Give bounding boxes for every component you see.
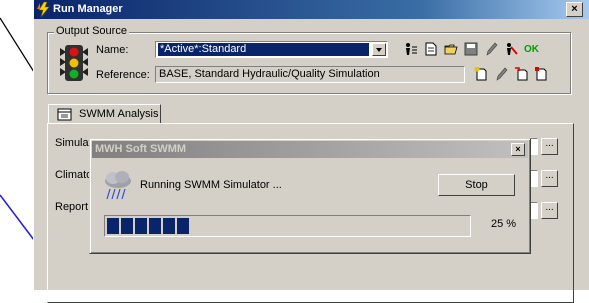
progress-dialog: MWH Soft SWMM × Running SWMM Simulator .…	[89, 138, 531, 254]
progress-block	[163, 218, 175, 234]
dialog-title-bar[interactable]: MWH Soft SWMM ×	[92, 141, 528, 158]
stop-button[interactable]: Stop	[438, 174, 515, 196]
traffic-light-icon	[60, 45, 88, 81]
progress-block	[121, 218, 133, 234]
tab-label: SWMM Analysis	[79, 108, 159, 120]
progress-percent: 25 %	[491, 218, 517, 230]
progress-block	[177, 218, 189, 234]
save-icon[interactable]	[464, 42, 478, 56]
reference-label: Reference:	[96, 69, 150, 81]
report-label: Report	[55, 201, 89, 213]
window-title: Run Manager	[53, 3, 123, 15]
climatology-browse-button[interactable]: ...	[541, 170, 558, 187]
paste-reference-icon[interactable]	[534, 67, 548, 81]
progress-block	[135, 218, 147, 234]
edit-pencil-icon[interactable]	[484, 42, 498, 56]
swmm-tab-icon	[57, 108, 72, 121]
dialog-title: MWH Soft SWMM	[95, 143, 187, 155]
copy-reference-icon[interactable]	[514, 67, 528, 81]
edit-reference-icon[interactable]	[494, 67, 508, 81]
chevron-down-icon[interactable]	[372, 43, 386, 56]
climatology-label: Climato	[55, 169, 93, 181]
simulation-label: Simulat	[55, 137, 92, 149]
progress-message: Running SWMM Simulator ...	[140, 179, 282, 191]
report-browse-button[interactable]: ...	[541, 202, 558, 219]
storm-cloud-icon	[105, 171, 131, 200]
title-bar[interactable]: Run Manager ×	[34, 0, 589, 19]
simulation-browse-button[interactable]: ...	[541, 138, 558, 155]
progress-block	[149, 218, 161, 234]
tab-swmm-analysis[interactable]: SWMM Analysis	[48, 104, 161, 124]
diagram-black-line	[0, 17, 35, 73]
reference-field[interactable]: BASE, Standard Hydraulic/Quality Simulat…	[155, 66, 465, 83]
delete-user-icon[interactable]	[504, 42, 518, 56]
ok-button[interactable]: OK	[524, 44, 539, 55]
dialog-close-button[interactable]: ×	[511, 143, 525, 156]
progress-bar	[104, 215, 471, 237]
close-button[interactable]: ×	[566, 2, 583, 17]
name-combo-value: *Active*:Standard	[158, 43, 369, 56]
progress-fill	[107, 218, 189, 234]
progress-block	[107, 218, 119, 234]
output-source-legend: Output Source	[54, 25, 129, 37]
new-reference-icon[interactable]	[474, 67, 488, 81]
app-lightning-icon	[37, 2, 50, 17]
new-file-icon[interactable]	[424, 42, 438, 56]
assign-scenario-icon[interactable]	[404, 42, 418, 56]
diagram-blue-line	[0, 194, 35, 241]
name-combo[interactable]: *Active*:Standard	[155, 41, 388, 58]
name-label: Name:	[96, 44, 129, 56]
open-folder-icon[interactable]	[444, 42, 458, 56]
